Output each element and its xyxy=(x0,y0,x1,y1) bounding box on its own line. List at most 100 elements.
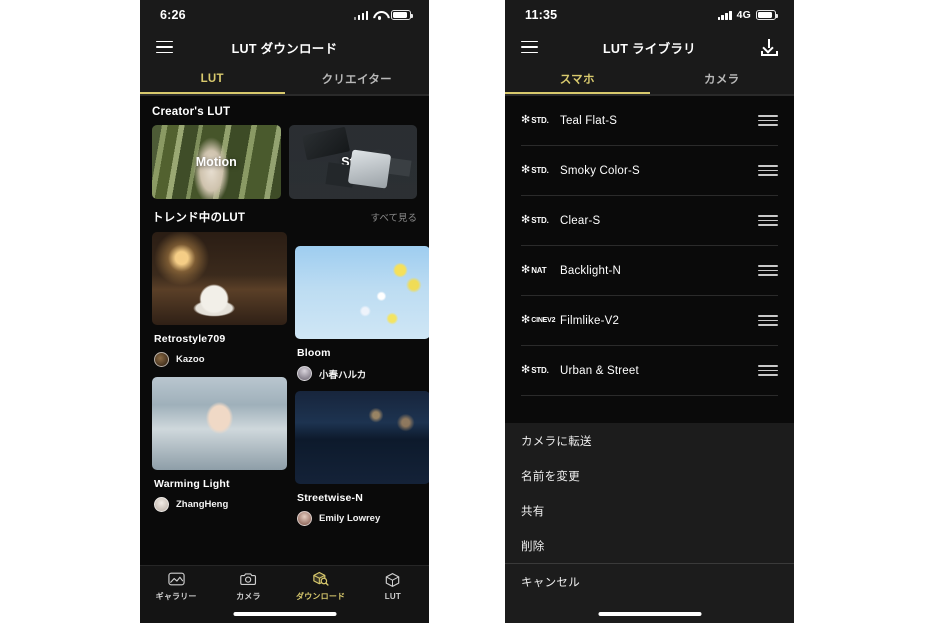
tab-download[interactable]: ダウンロード xyxy=(285,571,357,602)
lut-thumbnail[interactable] xyxy=(152,377,287,470)
lut-card-name: Bloom xyxy=(297,347,331,359)
lut-library-list: ✻ STD. Teal Flat-S ✻ STD. Smoky Color-S … xyxy=(505,96,794,446)
tab-camera-label: カメラ xyxy=(236,592,261,601)
tab-camera[interactable]: カメラ xyxy=(212,571,284,602)
tab-active-indicator xyxy=(140,92,285,94)
signal-bars-icon xyxy=(717,10,732,20)
action-rename[interactable]: 名前を変更 xyxy=(505,458,794,493)
action-label: カメラに転送 xyxy=(521,435,592,448)
tab-camera-library[interactable]: カメラ xyxy=(650,64,795,94)
tab-lut[interactable]: LUT xyxy=(140,64,285,94)
tab-lut-bottom[interactable]: LUT xyxy=(357,572,429,601)
creators-lut-cards: Motion Still xyxy=(140,125,429,199)
lut-card-author[interactable]: Kazoo xyxy=(154,352,287,367)
lut-card[interactable]: Warming Light ZhangHeng xyxy=(152,377,287,512)
status-time: 6:26 xyxy=(160,8,186,22)
status-indicators: 4G xyxy=(717,9,779,21)
drag-handle-icon[interactable] xyxy=(758,165,778,176)
hamburger-menu-icon[interactable] xyxy=(156,40,173,54)
lut-item-name: Clear-S xyxy=(560,214,601,227)
lut-thumbnail[interactable] xyxy=(295,246,429,339)
action-delete[interactable]: 削除 xyxy=(505,528,794,563)
avatar xyxy=(297,511,312,526)
status-bar: 11:35 4G xyxy=(505,0,794,30)
hamburger-menu-icon[interactable] xyxy=(521,40,538,54)
lut-format-badge: ✻ STD. xyxy=(521,215,551,226)
tab-gallery-label: ギャラリー xyxy=(155,592,197,601)
creator-card-still[interactable]: Still xyxy=(288,125,417,199)
tab-smartphone[interactable]: スマホ xyxy=(505,64,650,94)
tab-gallery[interactable]: ギャラリー xyxy=(140,571,212,602)
list-item[interactable]: ✻ CINEV2 Filmlike-V2 xyxy=(521,296,778,346)
list-item[interactable]: ✻ STD. Smoky Color-S xyxy=(521,146,778,196)
tab-smartphone-label: スマホ xyxy=(559,74,595,86)
bottom-tab-bar: ギャラリー カメラ ダウンロード LUT xyxy=(140,565,429,623)
action-sheet-bottom-pad xyxy=(505,599,794,623)
see-all-link[interactable]: すべて見る xyxy=(371,210,417,224)
lut-card-author-name: ZhangHeng xyxy=(176,499,229,510)
lut-format-label: STD. xyxy=(531,116,549,125)
tab-creator[interactable]: クリエイター xyxy=(285,64,430,94)
lut-format-label: NAT xyxy=(531,266,547,275)
download-cube-search-icon xyxy=(312,571,329,587)
nav-bar: LUT ライブラリ xyxy=(505,30,794,64)
starburst-icon: ✻ xyxy=(521,264,531,276)
creator-card-motion-label: Motion xyxy=(195,155,237,169)
trending-lut-title: トレンド中のLUT xyxy=(152,212,246,224)
drag-handle-icon[interactable] xyxy=(758,265,778,276)
action-share[interactable]: 共有 xyxy=(505,493,794,528)
page-title: LUT ライブラリ xyxy=(603,41,696,56)
action-label: 名前を変更 xyxy=(521,470,580,483)
list-item[interactable]: ✻ STD. Urban & Street xyxy=(521,346,778,396)
lut-card[interactable]: Streetwise-N Emily Lowrey xyxy=(295,391,429,526)
lut-format-badge: ✻ STD. xyxy=(521,365,551,376)
drag-handle-icon[interactable] xyxy=(758,215,778,226)
lut-download-content: Creator's LUT Motion Still トレンド中のLUT すべて… xyxy=(140,96,429,544)
lut-item-name: Urban & Street xyxy=(560,364,639,377)
tab-camera-library-label: カメラ xyxy=(704,74,740,86)
trending-lut-grid: Retrostyle709 Kazoo Warming Light ZhangH… xyxy=(140,232,429,544)
lut-card-author[interactable]: ZhangHeng xyxy=(154,497,287,512)
trending-column-left: Retrostyle709 Kazoo Warming Light ZhangH… xyxy=(152,232,287,522)
action-cancel[interactable]: キャンセル xyxy=(505,564,794,599)
lut-format-badge: ✻ NAT xyxy=(521,265,551,276)
creator-card-motion[interactable]: Motion xyxy=(152,125,281,199)
starburst-icon: ✻ xyxy=(521,164,531,176)
phone-screen-lut-download: 6:26 LUT ダウンロード LUT クリエイター Creator's LUT xyxy=(140,0,429,623)
page-title: LUT ダウンロード xyxy=(231,41,338,56)
action-transfer-to-camera[interactable]: カメラに転送 xyxy=(505,423,794,458)
starburst-icon: ✻ xyxy=(521,314,531,326)
starburst-icon: ✻ xyxy=(521,364,531,376)
gallery-icon xyxy=(167,571,185,587)
status-time: 11:35 xyxy=(525,8,558,22)
camera-icon xyxy=(240,571,257,587)
lut-card-author-name: Emily Lowrey xyxy=(319,513,381,524)
lut-format-label: STD. xyxy=(531,166,549,175)
drag-handle-icon[interactable] xyxy=(758,315,778,326)
battery-icon xyxy=(391,9,414,21)
action-label: 共有 xyxy=(521,505,545,518)
status-indicators xyxy=(353,9,414,21)
tab-lut-label: LUT xyxy=(200,73,224,85)
drag-handle-icon[interactable] xyxy=(758,365,778,376)
screenshot-stage: 6:26 LUT ダウンロード LUT クリエイター Creator's LUT xyxy=(0,0,934,623)
list-item[interactable]: ✻ STD. Clear-S xyxy=(521,196,778,246)
lut-format-label: STD. xyxy=(531,366,549,375)
list-item[interactable]: ✻ NAT Backlight-N xyxy=(521,246,778,296)
lut-thumbnail[interactable] xyxy=(295,391,429,484)
lut-card-author[interactable]: 小春ハルカ xyxy=(297,366,429,381)
download-icon[interactable] xyxy=(761,38,778,56)
list-item[interactable]: ✻ STD. Teal Flat-S xyxy=(521,96,778,146)
lut-card-name: Warming Light xyxy=(154,478,230,490)
avatar xyxy=(154,352,169,367)
lut-thumbnail[interactable] xyxy=(152,232,287,325)
lut-card[interactable]: Bloom 小春ハルカ xyxy=(295,246,429,381)
lut-format-badge: ✻ CINEV2 xyxy=(521,314,556,326)
drag-handle-icon[interactable] xyxy=(758,115,778,126)
lut-card-author-name: Kazoo xyxy=(176,354,205,365)
phone-screen-lut-library: 11:35 4G LUT ライブラリ スマホ カメラ ✻ STD. Teal F… xyxy=(505,0,794,623)
lut-card[interactable]: Retrostyle709 Kazoo xyxy=(152,232,287,367)
lut-card-name: Streetwise-N xyxy=(297,492,364,504)
lut-item-name: Teal Flat-S xyxy=(560,114,618,127)
lut-card-author[interactable]: Emily Lowrey xyxy=(297,511,429,526)
